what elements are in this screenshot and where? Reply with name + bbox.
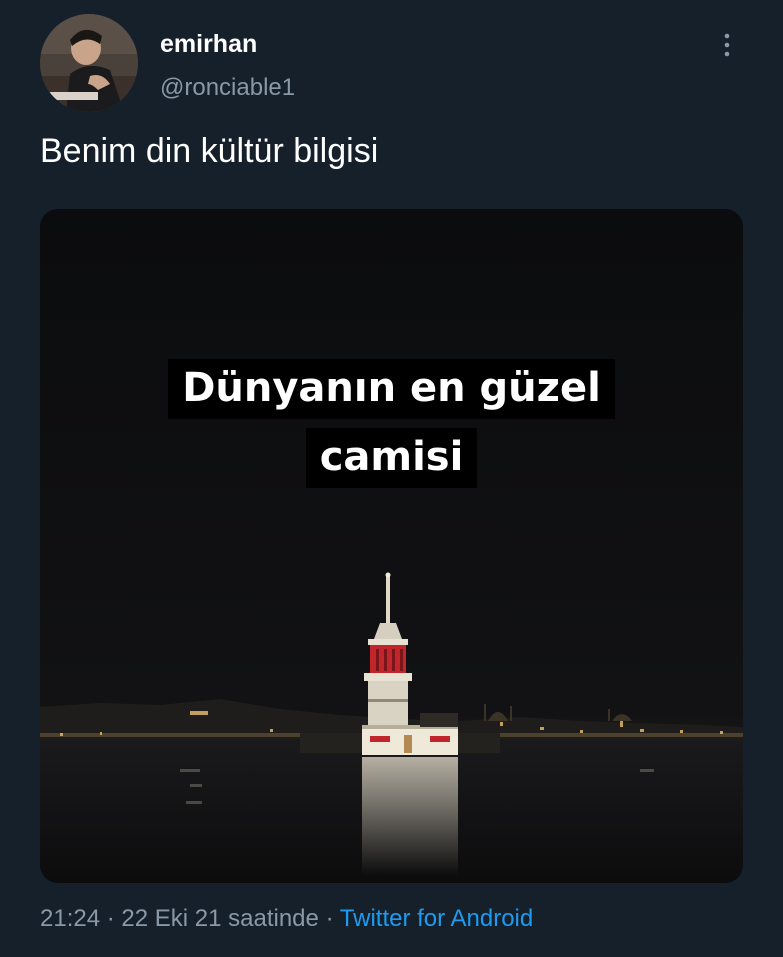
tweet-date[interactable]: 22 Eki 21 saatinde xyxy=(121,905,318,932)
avatar-image xyxy=(40,14,138,112)
tweet-text: Benim din kültür bilgisi xyxy=(40,132,379,170)
display-name[interactable]: emirhan xyxy=(160,30,257,59)
user-handle[interactable]: @ronciable1 xyxy=(160,74,295,102)
tweet-source-link[interactable]: Twitter for Android xyxy=(340,905,533,932)
tweet: emirhan @ronciable1 Benim din kültür bil… xyxy=(0,0,783,957)
meta-separator: · xyxy=(325,905,334,932)
meta-separator: · xyxy=(106,905,115,932)
tweet-media-image[interactable]: Dünyanın en güzel camisi xyxy=(40,209,743,883)
night-tower-photo xyxy=(40,209,743,883)
more-vertical-icon xyxy=(724,33,730,57)
more-options-button[interactable] xyxy=(712,30,742,60)
avatar[interactable] xyxy=(40,14,138,112)
media-caption-line-2: camisi xyxy=(40,428,743,488)
media-caption-line-1: Dünyanın en güzel xyxy=(40,359,743,419)
tweet-metadata: 21:24 · 22 Eki 21 saatinde · Twitter for… xyxy=(40,905,533,933)
tweet-time[interactable]: 21:24 xyxy=(40,905,100,932)
